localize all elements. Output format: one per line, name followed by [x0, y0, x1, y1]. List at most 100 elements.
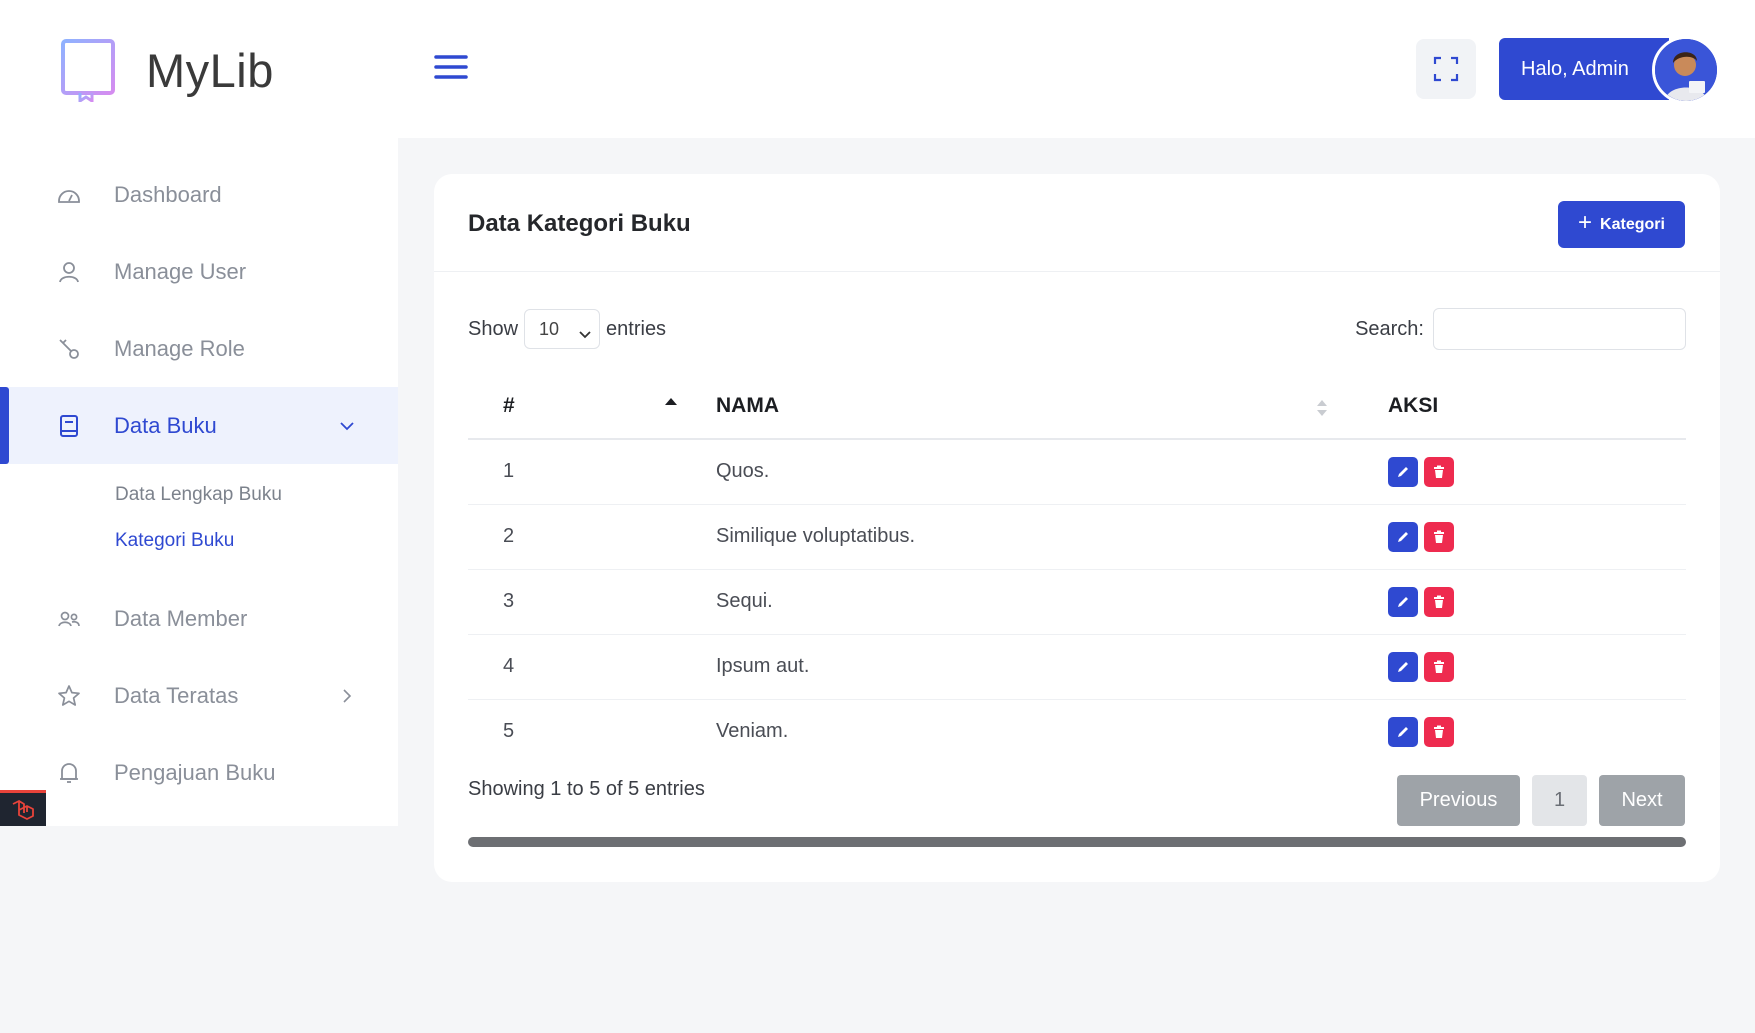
- table-controls: Show 10 entries Search:: [468, 308, 1686, 350]
- show-label: Show: [468, 317, 519, 340]
- delete-button[interactable]: [1424, 651, 1454, 682]
- entries-select[interactable]: 10: [524, 309, 601, 349]
- chevron-right-icon: [338, 687, 356, 705]
- user-greeting: Halo, Admin: [1521, 57, 1629, 80]
- search-input[interactable]: [1433, 308, 1686, 350]
- row-nama: Similique voluptatibus.: [716, 504, 1388, 570]
- delete-button[interactable]: [1424, 586, 1454, 617]
- delete-button[interactable]: [1424, 716, 1454, 747]
- trash-icon: [1434, 530, 1444, 543]
- sidebar-item-dashboard[interactable]: Dashboard: [0, 156, 398, 233]
- sidebar-item-label: Manage Role: [114, 335, 245, 361]
- table-info: Showing 1 to 5 of 5 entries: [468, 778, 705, 800]
- row-actions: [1388, 569, 1686, 635]
- row-nama: Ipsum aut.: [716, 634, 1388, 700]
- users-icon: [56, 606, 82, 632]
- sidebar-item-label: Manage User: [114, 258, 247, 284]
- chevron-down-icon: [579, 323, 591, 344]
- hamburger-menu-icon[interactable]: [434, 52, 468, 82]
- user-icon: [56, 259, 82, 285]
- column-header-aksi: AKSI: [1388, 374, 1686, 440]
- fullscreen-button[interactable]: [1416, 39, 1476, 99]
- laravel-debugbar-icon[interactable]: [0, 790, 46, 826]
- pencil-icon: [1398, 596, 1408, 607]
- trash-icon: [1434, 725, 1444, 738]
- row-actions: [1388, 699, 1686, 764]
- sidebar-item-label: Dashboard: [114, 181, 222, 207]
- sidebar-menu: Dashboard Manage User Manage Role Data B…: [0, 156, 398, 811]
- brand[interactable]: MyLib: [60, 38, 274, 102]
- plus-icon: +: [1578, 209, 1593, 236]
- next-page-button[interactable]: Next: [1599, 775, 1685, 826]
- pencil-icon: [1398, 726, 1408, 737]
- sidebar-item-label: Data Buku: [114, 412, 217, 438]
- edit-button[interactable]: [1388, 521, 1418, 552]
- book-logo-icon: [61, 39, 115, 102]
- dashboard-gauge-icon: [56, 182, 82, 208]
- card-header: Data Kategori Buku + Kategori: [434, 174, 1720, 272]
- search-label: Search:: [1355, 317, 1424, 340]
- page-1-button[interactable]: 1: [1532, 775, 1587, 826]
- sidebar-item-manage-role[interactable]: Manage Role: [0, 310, 398, 387]
- edit-button[interactable]: [1388, 586, 1418, 617]
- submenu-item-data-lengkap-buku[interactable]: Data Lengkap Buku: [115, 472, 398, 518]
- trash-icon: [1434, 595, 1444, 608]
- sidebar-item-label: Data Teratas: [114, 682, 239, 708]
- brand-name: MyLib: [146, 43, 274, 97]
- category-table: # NAMA AKSI 1 Quos. 2 Similique voluptat…: [468, 374, 1686, 764]
- entries-label: entries: [606, 317, 667, 340]
- sidebar-item-data-buku[interactable]: Data Buku: [0, 387, 398, 464]
- trash-icon: [1434, 660, 1444, 673]
- column-header-nama[interactable]: NAMA: [716, 374, 1388, 440]
- previous-page-button[interactable]: Previous: [1397, 775, 1520, 826]
- pencil-icon: [1398, 661, 1408, 672]
- row-number: 3: [468, 569, 716, 635]
- add-category-button[interactable]: + Kategori: [1558, 201, 1685, 248]
- entries-select-value: 10: [539, 318, 560, 339]
- sort-ascending-icon: [665, 398, 677, 405]
- edit-button[interactable]: [1388, 456, 1418, 487]
- row-actions: [1388, 634, 1686, 700]
- sidebar-item-label: Data Member: [114, 605, 248, 631]
- row-number: 2: [468, 504, 716, 570]
- pagination: Previous 1 Next: [1397, 775, 1685, 826]
- sidebar-item-data-member[interactable]: Data Member: [0, 580, 398, 657]
- row-actions: [1388, 439, 1686, 505]
- table-row: 1 Quos.: [468, 439, 1686, 505]
- delete-button[interactable]: [1424, 456, 1454, 487]
- book-icon: [56, 413, 82, 439]
- edit-button[interactable]: [1388, 651, 1418, 682]
- sidebar-item-data-teratas[interactable]: Data Teratas: [0, 657, 398, 734]
- sidebar: MyLib Dashboard Manage User Manage Role …: [0, 0, 398, 826]
- column-header-label: #: [503, 394, 515, 417]
- row-nama: Sequi.: [716, 569, 1388, 635]
- sort-icon: [1317, 400, 1327, 416]
- column-header-label: NAMA: [716, 394, 779, 417]
- pencil-icon: [1398, 531, 1408, 542]
- row-number: 1: [468, 439, 716, 505]
- user-menu-button[interactable]: Halo, Admin: [1499, 38, 1669, 100]
- entries-control: Show 10 entries: [468, 308, 666, 350]
- submenu-item-kategori-buku[interactable]: Kategori Buku: [115, 518, 398, 564]
- key-icon: [56, 336, 82, 362]
- sidebar-item-label: Pengajuan Buku: [114, 759, 276, 785]
- table-header-row: # NAMA AKSI: [468, 374, 1686, 440]
- submenu-data-buku: Data Lengkap Buku Kategori Buku: [0, 464, 398, 580]
- table-row: 3 Sequi.: [468, 569, 1686, 635]
- page-title: Data Kategori Buku: [468, 210, 691, 237]
- horizontal-scrollbar[interactable]: [468, 837, 1686, 847]
- fullscreen-icon: [1433, 56, 1459, 82]
- row-nama: Veniam.: [716, 720, 789, 743]
- search-control: Search:: [1355, 308, 1686, 350]
- table-row: 2 Similique voluptatibus.: [468, 504, 1686, 570]
- row-number: 4: [468, 634, 716, 700]
- column-header-number[interactable]: #: [468, 374, 716, 440]
- pencil-icon: [1398, 466, 1408, 477]
- edit-button[interactable]: [1388, 716, 1418, 747]
- delete-button[interactable]: [1424, 521, 1454, 552]
- sidebar-item-manage-user[interactable]: Manage User: [0, 233, 398, 310]
- row-number: 5: [503, 720, 515, 743]
- star-icon: [56, 683, 82, 709]
- avatar[interactable]: [1652, 36, 1720, 104]
- sidebar-item-pengajuan-buku[interactable]: Pengajuan Buku: [0, 734, 398, 811]
